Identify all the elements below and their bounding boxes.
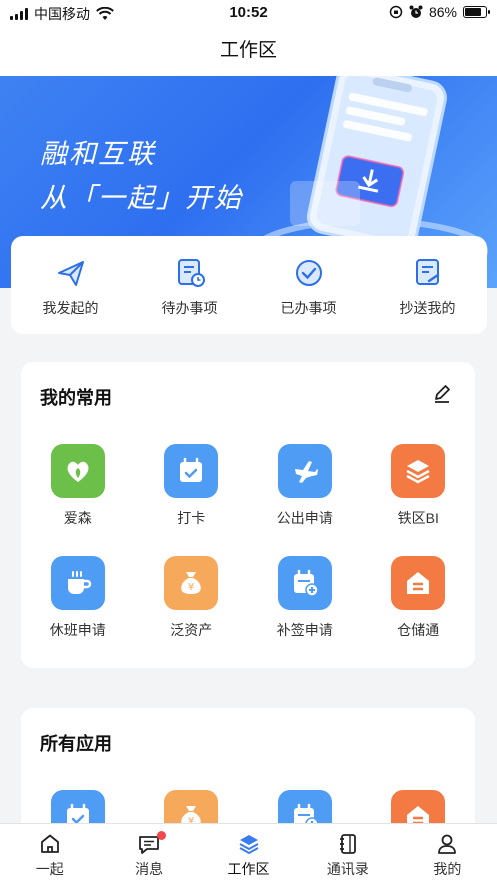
contacts-icon [339, 834, 356, 854]
app-icon-tile [50, 556, 105, 610]
status-bar: 中国移动 10:52 86% [0, 0, 497, 26]
app-label: 打卡 [177, 510, 206, 526]
tab-label: 通讯录 [326, 861, 369, 877]
tab-contacts[interactable]: 通讯录 [298, 824, 397, 883]
quick-label: 已办事项 [280, 300, 337, 316]
app-label: 泛资产 [170, 622, 213, 638]
layers-icon [239, 835, 259, 855]
tab-label: 消息 [135, 861, 164, 877]
edit-icon[interactable] [431, 382, 453, 404]
app-icon-tile: ¥ [164, 556, 219, 610]
tab-bar: 一起 消息 工作区 通讯录 我的 [0, 823, 497, 883]
app-assets[interactable]: ¥ 泛资产 [135, 556, 249, 640]
app-resign[interactable]: 补签申请 [248, 556, 362, 640]
layers-icon [406, 460, 430, 484]
banner-slogan-line1: 融和互联 [40, 139, 156, 169]
app-icon-tile [50, 444, 105, 498]
section-title: 所有应用 [40, 734, 112, 754]
tab-messages[interactable]: 消息 [99, 824, 198, 883]
heart-leaf-icon [67, 461, 89, 482]
tab-label: 我的 [433, 861, 462, 877]
cc-icon [415, 259, 439, 285]
app-label: 仓储通 [397, 622, 440, 638]
pending-icon [177, 259, 205, 287]
app-rail-bi[interactable]: 铁区BI [362, 444, 476, 528]
app-label: 公出申请 [276, 510, 333, 526]
quick-pending[interactable]: 待办事项 [130, 236, 249, 334]
cup-icon [67, 571, 91, 594]
battery-percent: 86% [428, 4, 457, 20]
app-label: 休班申请 [49, 622, 106, 638]
person-icon [438, 834, 457, 854]
tab-workspace[interactable]: 工作区 [199, 824, 298, 883]
status-right: 86% [389, 4, 490, 20]
airplane-icon [294, 461, 318, 483]
common-apps-grid: 爱森 打卡 公出申请 铁区BI 休班申请 ¥ 泛资产 补签申请 仓储通 [21, 444, 475, 640]
app-icon-tile [277, 444, 332, 498]
app-label: 爱森 [63, 510, 92, 526]
app-icon-tile [391, 444, 446, 498]
tab-label: 工作区 [227, 861, 270, 877]
app-label: 铁区BI [397, 510, 439, 526]
svg-text:¥: ¥ [188, 582, 194, 593]
home-icon [40, 834, 59, 853]
calendar-plus-icon [293, 569, 319, 597]
app-label: 补签申请 [276, 622, 333, 638]
app-clock-in[interactable]: 打卡 [135, 444, 249, 528]
rotation-lock-icon [389, 5, 403, 19]
alarm-icon [409, 5, 423, 18]
app-icon-tile [391, 556, 446, 610]
app-business-trip[interactable]: 公出申请 [248, 444, 362, 528]
quick-cc[interactable]: 抄送我的 [368, 236, 487, 334]
quick-label: 待办事项 [161, 300, 218, 316]
app-icon-tile [277, 556, 332, 610]
battery-icon [463, 6, 490, 18]
app-aisen[interactable]: 爱森 [21, 444, 135, 528]
quick-my-initiated[interactable]: 我发起的 [11, 236, 130, 334]
tab-label: 一起 [35, 861, 64, 877]
banner-slogan-line2: 从「一起」开始 [40, 183, 243, 213]
warehouse-icon [407, 572, 430, 594]
tab-home[interactable]: 一起 [0, 824, 99, 883]
app-icon-tile [164, 444, 219, 498]
calendar-check-icon [180, 457, 203, 482]
done-icon [295, 260, 322, 286]
app-warehouse[interactable]: 仓储通 [362, 556, 476, 640]
quick-actions: 我发起的 待办事项 已办事项 抄送我的 [11, 236, 487, 334]
quick-label: 抄送我的 [399, 300, 456, 316]
quick-done[interactable]: 已办事项 [249, 236, 368, 334]
send-icon [57, 261, 84, 286]
app-leave[interactable]: 休班申请 [21, 556, 135, 640]
money-bag-icon: ¥ [181, 572, 201, 594]
section-title: 我的常用 [40, 388, 112, 408]
unread-badge [157, 831, 167, 840]
common-apps-card: 我的常用 爱森 打卡 公出申请 铁区BI 休班申请 ¥ 泛资产 补签申请 仓储通 [21, 362, 475, 668]
tab-me[interactable]: 我的 [398, 824, 497, 883]
nav-bar: 工作区 [0, 26, 497, 76]
page-title: 工作区 [219, 40, 277, 61]
quick-label: 我发起的 [42, 300, 99, 316]
